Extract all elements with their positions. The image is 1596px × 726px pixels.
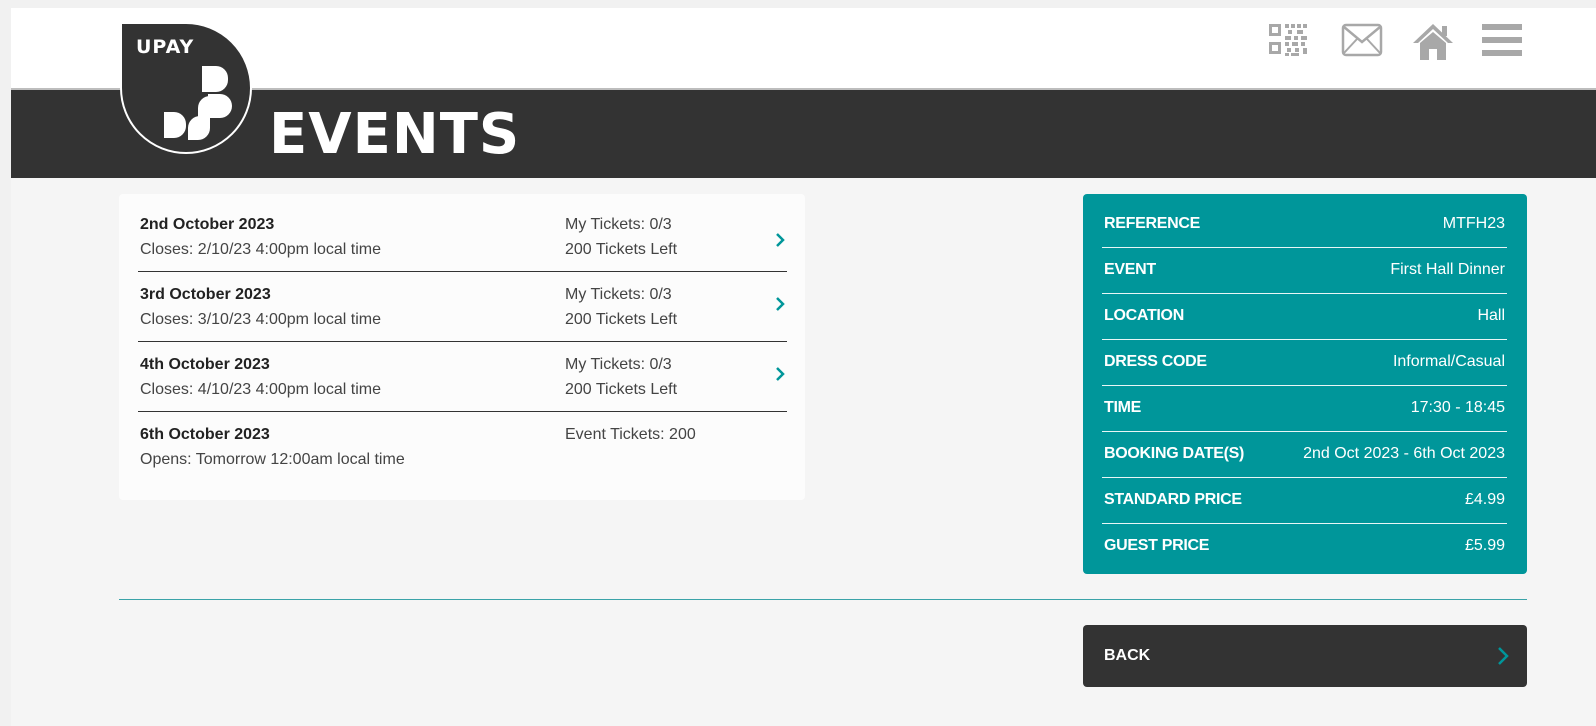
event-row[interactable]: 4th October 2023 Closes: 4/10/23 4:00pm … — [138, 342, 787, 412]
event-date: 4th October 2023 — [140, 356, 270, 373]
page-title: EVENTS — [269, 102, 521, 167]
detail-row-guest-price: GUEST PRICE £5.99 — [1102, 524, 1507, 570]
detail-row-location: LOCATION Hall — [1102, 294, 1507, 340]
detail-value: £5.99 — [1464, 537, 1505, 554]
event-date: 2nd October 2023 — [140, 216, 275, 233]
detail-row-standard-price: STANDARD PRICE £4.99 — [1102, 478, 1507, 524]
detail-row-time: TIME 17:30 - 18:45 — [1102, 386, 1507, 432]
detail-row-booking-dates: BOOKING DATE(S) 2nd Oct 2023 - 6th Oct 2… — [1102, 432, 1507, 478]
section-divider — [119, 599, 1527, 600]
detail-value: Informal/Casual — [1392, 353, 1505, 370]
detail-label: DRESS CODE — [1104, 353, 1207, 370]
event-my-tickets: My Tickets: 0/3 — [565, 356, 672, 373]
event-details-panel: REFERENCE MTFH23 EVENT First Hall Dinner… — [1083, 194, 1527, 574]
detail-value: Hall — [1477, 307, 1505, 324]
menu-icon[interactable] — [1481, 22, 1523, 63]
chevron-right-icon[interactable] — [774, 296, 786, 317]
event-tickets-left: 200 Tickets Left — [565, 241, 678, 258]
event-opening: Opens: Tomorrow 12:00am local time — [140, 451, 405, 468]
detail-label: EVENT — [1104, 261, 1156, 278]
detail-label: BOOKING DATE(S) — [1104, 445, 1245, 462]
chevron-right-icon — [1497, 646, 1509, 671]
mail-icon[interactable] — [1341, 22, 1383, 63]
chevron-right-icon[interactable] — [774, 366, 786, 387]
event-date: 3rd October 2023 — [140, 286, 271, 303]
detail-label: REFERENCE — [1104, 215, 1200, 232]
chevron-right-icon[interactable] — [774, 232, 786, 253]
events-list: 2nd October 2023 Closes: 2/10/23 4:00pm … — [119, 194, 805, 500]
event-tickets-left: 200 Tickets Left — [565, 381, 678, 398]
detail-value: 17:30 - 18:45 — [1410, 399, 1505, 416]
event-row[interactable]: 3rd October 2023 Closes: 3/10/23 4:00pm … — [138, 272, 787, 342]
home-icon[interactable] — [1412, 22, 1454, 67]
logo-text: UPAY — [136, 36, 195, 58]
event-closing: Closes: 4/10/23 4:00pm local time — [140, 381, 382, 398]
event-date: 6th October 2023 — [140, 426, 270, 443]
logo-mark-icon — [164, 66, 232, 140]
event-row: 6th October 2023 Opens: Tomorrow 12:00am… — [138, 412, 787, 482]
event-my-tickets: My Tickets: 0/3 — [565, 216, 672, 233]
detail-row-dress-code: DRESS CODE Informal/Casual — [1102, 340, 1507, 386]
event-row[interactable]: 2nd October 2023 Closes: 2/10/23 4:00pm … — [138, 202, 787, 272]
event-closing: Closes: 3/10/23 4:00pm local time — [140, 311, 382, 328]
event-total-tickets: Event Tickets: 200 — [565, 426, 696, 443]
detail-label: LOCATION — [1104, 307, 1184, 324]
back-button[interactable]: BACK — [1083, 625, 1527, 687]
detail-value: £4.99 — [1464, 491, 1505, 508]
detail-row-reference: REFERENCE MTFH23 — [1102, 202, 1507, 248]
detail-label: GUEST PRICE — [1104, 537, 1210, 554]
event-tickets-left: 200 Tickets Left — [565, 311, 678, 328]
detail-label: TIME — [1104, 399, 1142, 416]
detail-value: 2nd Oct 2023 - 6th Oct 2023 — [1303, 445, 1505, 462]
qr-code-icon[interactable] — [1267, 22, 1309, 63]
event-my-tickets: My Tickets: 0/3 — [565, 286, 672, 303]
back-button-label: BACK — [1104, 647, 1151, 664]
detail-value: First Hall Dinner — [1390, 261, 1505, 278]
upay-logo[interactable]: UPAY — [120, 22, 252, 154]
event-closing: Closes: 2/10/23 4:00pm local time — [140, 241, 382, 258]
detail-value: MTFH23 — [1442, 215, 1505, 232]
detail-row-event: EVENT First Hall Dinner — [1102, 248, 1507, 294]
detail-label: STANDARD PRICE — [1104, 491, 1242, 508]
app-frame: UPAY EVENTS 2nd October 2023 Closes: 2/1… — [11, 8, 1596, 726]
